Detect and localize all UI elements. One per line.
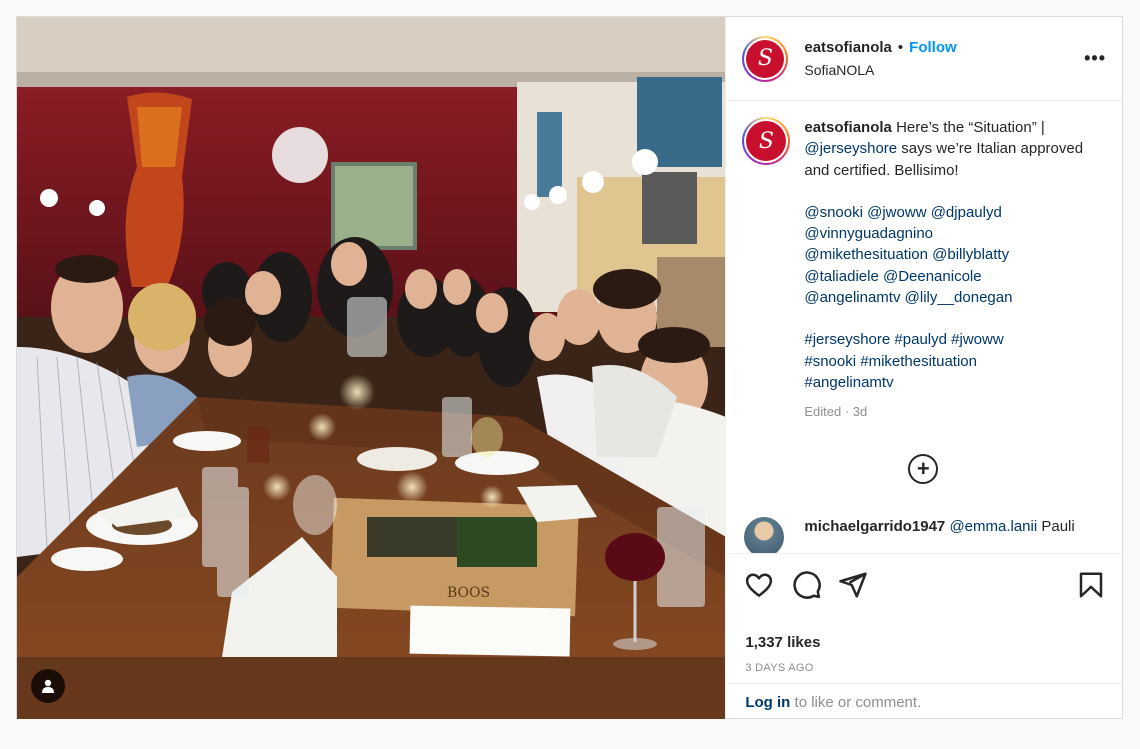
mention-link[interactable]: @billyblatty [932, 246, 1009, 263]
mention-link[interactable]: @snooki [804, 204, 863, 221]
action-bar: 1,337 likes 3 DAYS AGO [726, 553, 1124, 683]
person-icon [42, 679, 54, 693]
tagged-users-button[interactable] [31, 669, 65, 703]
instagram-post-frame: BOOS S eatsofianola • Follow SofiaNOLA •… [16, 16, 1124, 719]
hashtags-list: #jerseyshore #paulyd #jwoww #snooki #mik… [804, 329, 1104, 393]
commenter-username[interactable]: michaelgarrido1947 [804, 518, 945, 535]
hashtag-link[interactable]: #paulyd [894, 331, 947, 348]
mention-link[interactable]: @lily__donegan [905, 289, 1013, 306]
mention-link[interactable]: @taliadiele [804, 268, 878, 285]
more-options-icon[interactable]: ••• [1084, 48, 1106, 69]
share-send-icon[interactable] [838, 570, 868, 600]
caption-text: eatsofianola Here’s the “Situation” | @j… [804, 117, 1104, 423]
follow-button[interactable]: Follow [909, 39, 957, 56]
mention-link[interactable]: @angelinamtv [804, 289, 900, 306]
post-side-panel: S eatsofianola • Follow SofiaNOLA ••• S [725, 17, 1124, 719]
separator-dot: • [897, 39, 904, 56]
edited-timestamp[interactable]: Edited · 3d [804, 401, 1104, 422]
mention-link[interactable]: @Deenanicole [883, 268, 982, 285]
comment-item: michaelgarrido1947 @emma.lanii Pauli [744, 517, 1114, 553]
board-brand-text: BOOS [447, 585, 490, 601]
load-more-comments-icon[interactable]: + [908, 454, 939, 484]
likes-count[interactable]: 1,337 likes [745, 634, 820, 651]
login-link[interactable]: Log in [745, 694, 790, 711]
save-bookmark-icon[interactable] [1076, 570, 1106, 600]
caption-block: S eatsofianola Here’s the “Situation” | … [742, 117, 1112, 423]
caption-line: Here’s the “Situation” | [896, 119, 1045, 136]
post-time[interactable]: 3 DAYS AGO [745, 662, 813, 674]
post-photo[interactable]: BOOS [17, 17, 726, 719]
hashtag-link[interactable]: #mikethesituation [860, 353, 977, 370]
hashtag-link[interactable]: #snooki [804, 353, 856, 370]
mention-link[interactable]: @djpaulyd [931, 204, 1002, 221]
commenter-avatar[interactable] [744, 517, 785, 553]
hashtag-link[interactable]: #jwoww [951, 331, 1004, 348]
brand-logo: S [746, 121, 787, 161]
login-text: to like or comment. [790, 694, 922, 711]
comment-text: Pauli [1037, 518, 1075, 535]
post-header: S eatsofianola • Follow SofiaNOLA ••• [726, 17, 1122, 101]
mention-link[interactable]: @vinnyguadagnino [804, 225, 933, 242]
mention-link[interactable]: @emma.lanii [949, 518, 1037, 535]
header-username[interactable]: eatsofianola [804, 39, 892, 56]
restaurant-group-photo: BOOS [17, 17, 726, 719]
mention-link[interactable]: @jwoww [867, 204, 926, 221]
like-heart-icon[interactable] [744, 570, 774, 600]
mention-link[interactable]: @jerseyshore [804, 140, 897, 157]
caption-username[interactable]: eatsofianola [804, 119, 892, 136]
comment-bubble-icon[interactable] [792, 570, 822, 600]
brand-logo: S [746, 39, 785, 78]
login-prompt: Log in to like or comment. [726, 683, 1124, 719]
hashtag-link[interactable]: #jerseyshore [804, 331, 890, 348]
hashtag-link[interactable]: #angelinamtv [804, 374, 893, 391]
caption-avatar[interactable]: S [742, 117, 791, 165]
location-link[interactable]: SofiaNOLA [804, 62, 1084, 78]
mentions-list: @snooki @jwoww @djpaulyd @vinnyguadagnin… [804, 202, 1104, 308]
mention-link[interactable]: @mikethesituation [804, 246, 928, 263]
profile-avatar[interactable]: S [742, 35, 789, 82]
